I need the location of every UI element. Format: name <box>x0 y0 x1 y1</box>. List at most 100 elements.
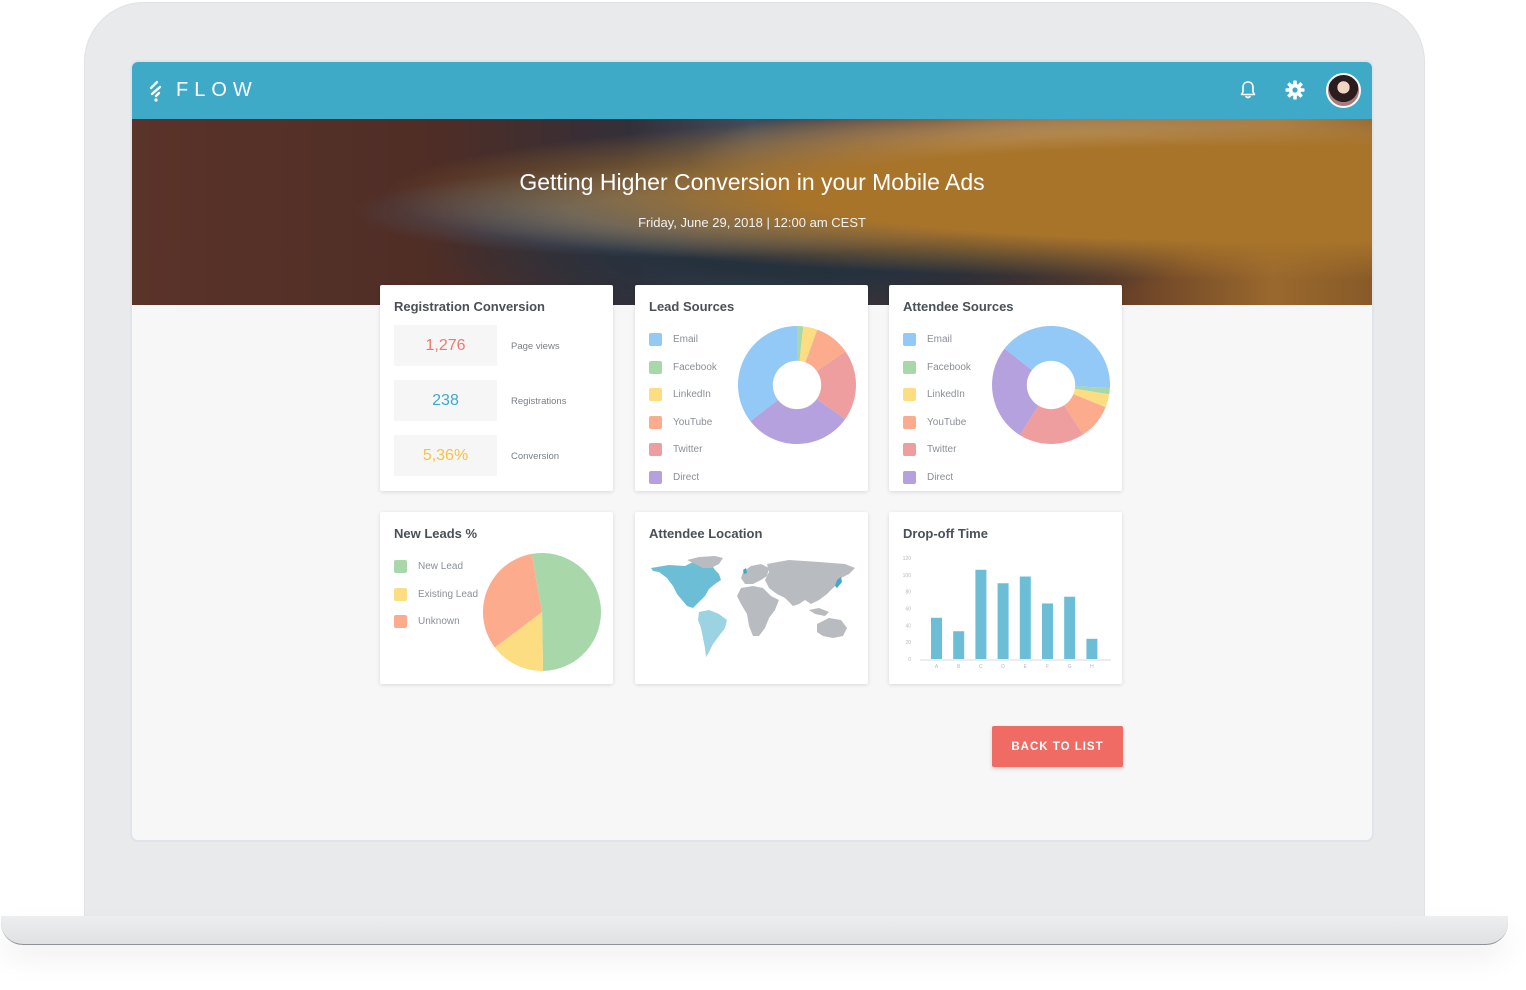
legend-label: Facebook <box>673 361 717 373</box>
back-to-list-button[interactable]: BACK TO LIST <box>992 726 1123 767</box>
legend-label: Email <box>927 334 953 346</box>
legend-swatch <box>649 360 662 374</box>
legend-swatch <box>394 587 407 601</box>
bell-icon[interactable] <box>1237 79 1259 101</box>
lead-sources-card: Lead Sources Email Facebook LinkedIn YouTub… <box>635 285 868 491</box>
bar-a[interactable] <box>931 617 942 659</box>
registrations-label: Registrations <box>511 396 567 407</box>
y-tick-label: 20 <box>905 640 911 646</box>
attendee-sources-donut-chart <box>992 326 1110 444</box>
user-avatar[interactable] <box>1326 73 1361 108</box>
event-date: Friday, June 29, 2018 | 12:00 am CEST <box>638 215 866 230</box>
attendee-sources-legend: Email Facebook LinkedIn YouTube Twitter Direc… <box>903 326 971 491</box>
map-region-australia <box>817 618 847 638</box>
legend-swatch <box>903 360 916 374</box>
x-tick-label: F <box>1046 664 1049 670</box>
card-title: Registration Conversion <box>394 299 545 314</box>
legend-item-twitter[interactable]: Twitter <box>903 436 971 464</box>
legend-swatch <box>649 388 662 402</box>
legend-item-linkedin[interactable]: LinkedIn <box>649 381 717 409</box>
y-tick-label: 120 <box>903 556 912 562</box>
legend-label: New Lead <box>418 561 464 573</box>
page-views-value: 1,276 <box>425 336 466 354</box>
registrations-value: 238 <box>432 391 459 409</box>
map-region-europe <box>741 564 769 584</box>
y-tick-label: 60 <box>905 607 911 613</box>
attendee-sources-card: Attendee Sources Email Facebook LinkedIn Yo… <box>889 285 1122 491</box>
hero-banner: Getting Higher Conversion in your Mobile… <box>132 119 1372 305</box>
x-tick-label: D <box>1001 664 1005 670</box>
legend-swatch <box>903 443 916 457</box>
legend-label: Direct <box>673 471 700 483</box>
y-tick-label: 80 <box>905 590 911 596</box>
lead-sources-donut-chart <box>738 326 856 444</box>
legend-label: Direct <box>927 471 954 483</box>
card-title: Drop-off Time <box>903 526 988 541</box>
x-tick-label: B <box>957 664 961 670</box>
legend-swatch <box>649 333 662 347</box>
y-tick-label: 0 <box>908 657 911 663</box>
legend-label: YouTube <box>927 416 967 428</box>
x-tick-label: G <box>1068 664 1072 670</box>
bar-d[interactable] <box>997 583 1009 659</box>
legend-item-twitter[interactable]: Twitter <box>649 436 717 464</box>
conversion-value-box: 5,36% <box>394 435 497 476</box>
legend-item-direct[interactable]: Direct <box>649 464 717 492</box>
card-title: Lead Sources <box>649 299 735 314</box>
legend-item-email[interactable]: Email <box>903 326 971 354</box>
legend-label: Facebook <box>927 361 971 373</box>
legend-swatch <box>903 415 916 429</box>
conversion-value: 5,36% <box>422 446 469 464</box>
card-title: Attendee Location <box>649 526 763 541</box>
legend-swatch <box>394 560 407 574</box>
flow-logo-icon <box>149 80 162 102</box>
legend-item-unknown[interactable]: Unknown <box>394 608 478 636</box>
legend-label: LinkedIn <box>673 389 711 401</box>
laptop-base <box>1 916 1508 945</box>
y-tick-label: 100 <box>903 573 912 579</box>
legend-swatch <box>903 470 916 484</box>
card-title: New Leads % <box>394 526 478 541</box>
legend-item-facebook[interactable]: Facebook <box>903 354 971 382</box>
legend-item-youtube[interactable]: YouTube <box>649 409 717 437</box>
legend-item-youtube[interactable]: YouTube <box>903 409 971 437</box>
legend-swatch <box>394 615 407 629</box>
dropoff-bar-chart: 0 20 40 60 80 100 120 A B C D E F G H <box>903 556 1111 670</box>
bar-f[interactable] <box>1042 603 1053 659</box>
legend-item-existing-lead[interactable]: Existing Lead <box>394 581 478 609</box>
legend-label: Unknown <box>418 616 460 628</box>
hero-overlay <box>132 119 1372 305</box>
legend-item-direct[interactable]: Direct <box>903 464 971 492</box>
dropoff-time-card: Drop-off Time 0 20 40 60 80 100 120 A B C D E F G H <box>889 512 1122 684</box>
bar-e[interactable] <box>1019 576 1031 659</box>
legend-item-facebook[interactable]: Facebook <box>649 354 717 382</box>
legend-label: Twitter <box>673 444 703 456</box>
legend-item-email[interactable]: Email <box>649 326 717 354</box>
lead-sources-legend: Email Facebook LinkedIn YouTube Twitter Direc… <box>649 326 717 491</box>
legend-label: YouTube <box>673 416 713 428</box>
legend-swatch <box>649 415 662 429</box>
page-views-label: Page views <box>511 341 560 352</box>
legend-label: Existing Lead <box>418 588 479 600</box>
map-region-indonesia <box>809 608 829 616</box>
gear-icon[interactable] <box>1284 79 1306 101</box>
slice-email[interactable] <box>738 326 797 422</box>
new-leads-pie-chart <box>483 553 601 671</box>
registration-conversion-card: Registration Conversion 1,276 Page views… <box>380 285 613 491</box>
bar-g[interactable] <box>1064 596 1076 659</box>
logo[interactable]: FLOW <box>148 79 258 102</box>
legend-swatch <box>649 470 662 484</box>
legend-item-linkedin[interactable]: LinkedIn <box>903 381 971 409</box>
new-leads-card: New Leads % New Lead Existing Lead Unknown <box>380 512 613 684</box>
bar-h[interactable] <box>1086 638 1098 659</box>
conversion-label: Conversion <box>511 451 560 462</box>
legend-swatch <box>903 388 916 402</box>
bar-b[interactable] <box>953 631 965 659</box>
map-region-south-america[interactable] <box>698 610 727 657</box>
bar-c[interactable] <box>975 569 987 659</box>
map-region-north-america[interactable] <box>651 561 721 608</box>
logo-text: FLOW <box>176 79 258 101</box>
attendee-location-card: Attendee Location <box>635 512 868 684</box>
map-region-asia <box>765 560 855 606</box>
legend-item-new-lead[interactable]: New Lead <box>394 553 478 581</box>
